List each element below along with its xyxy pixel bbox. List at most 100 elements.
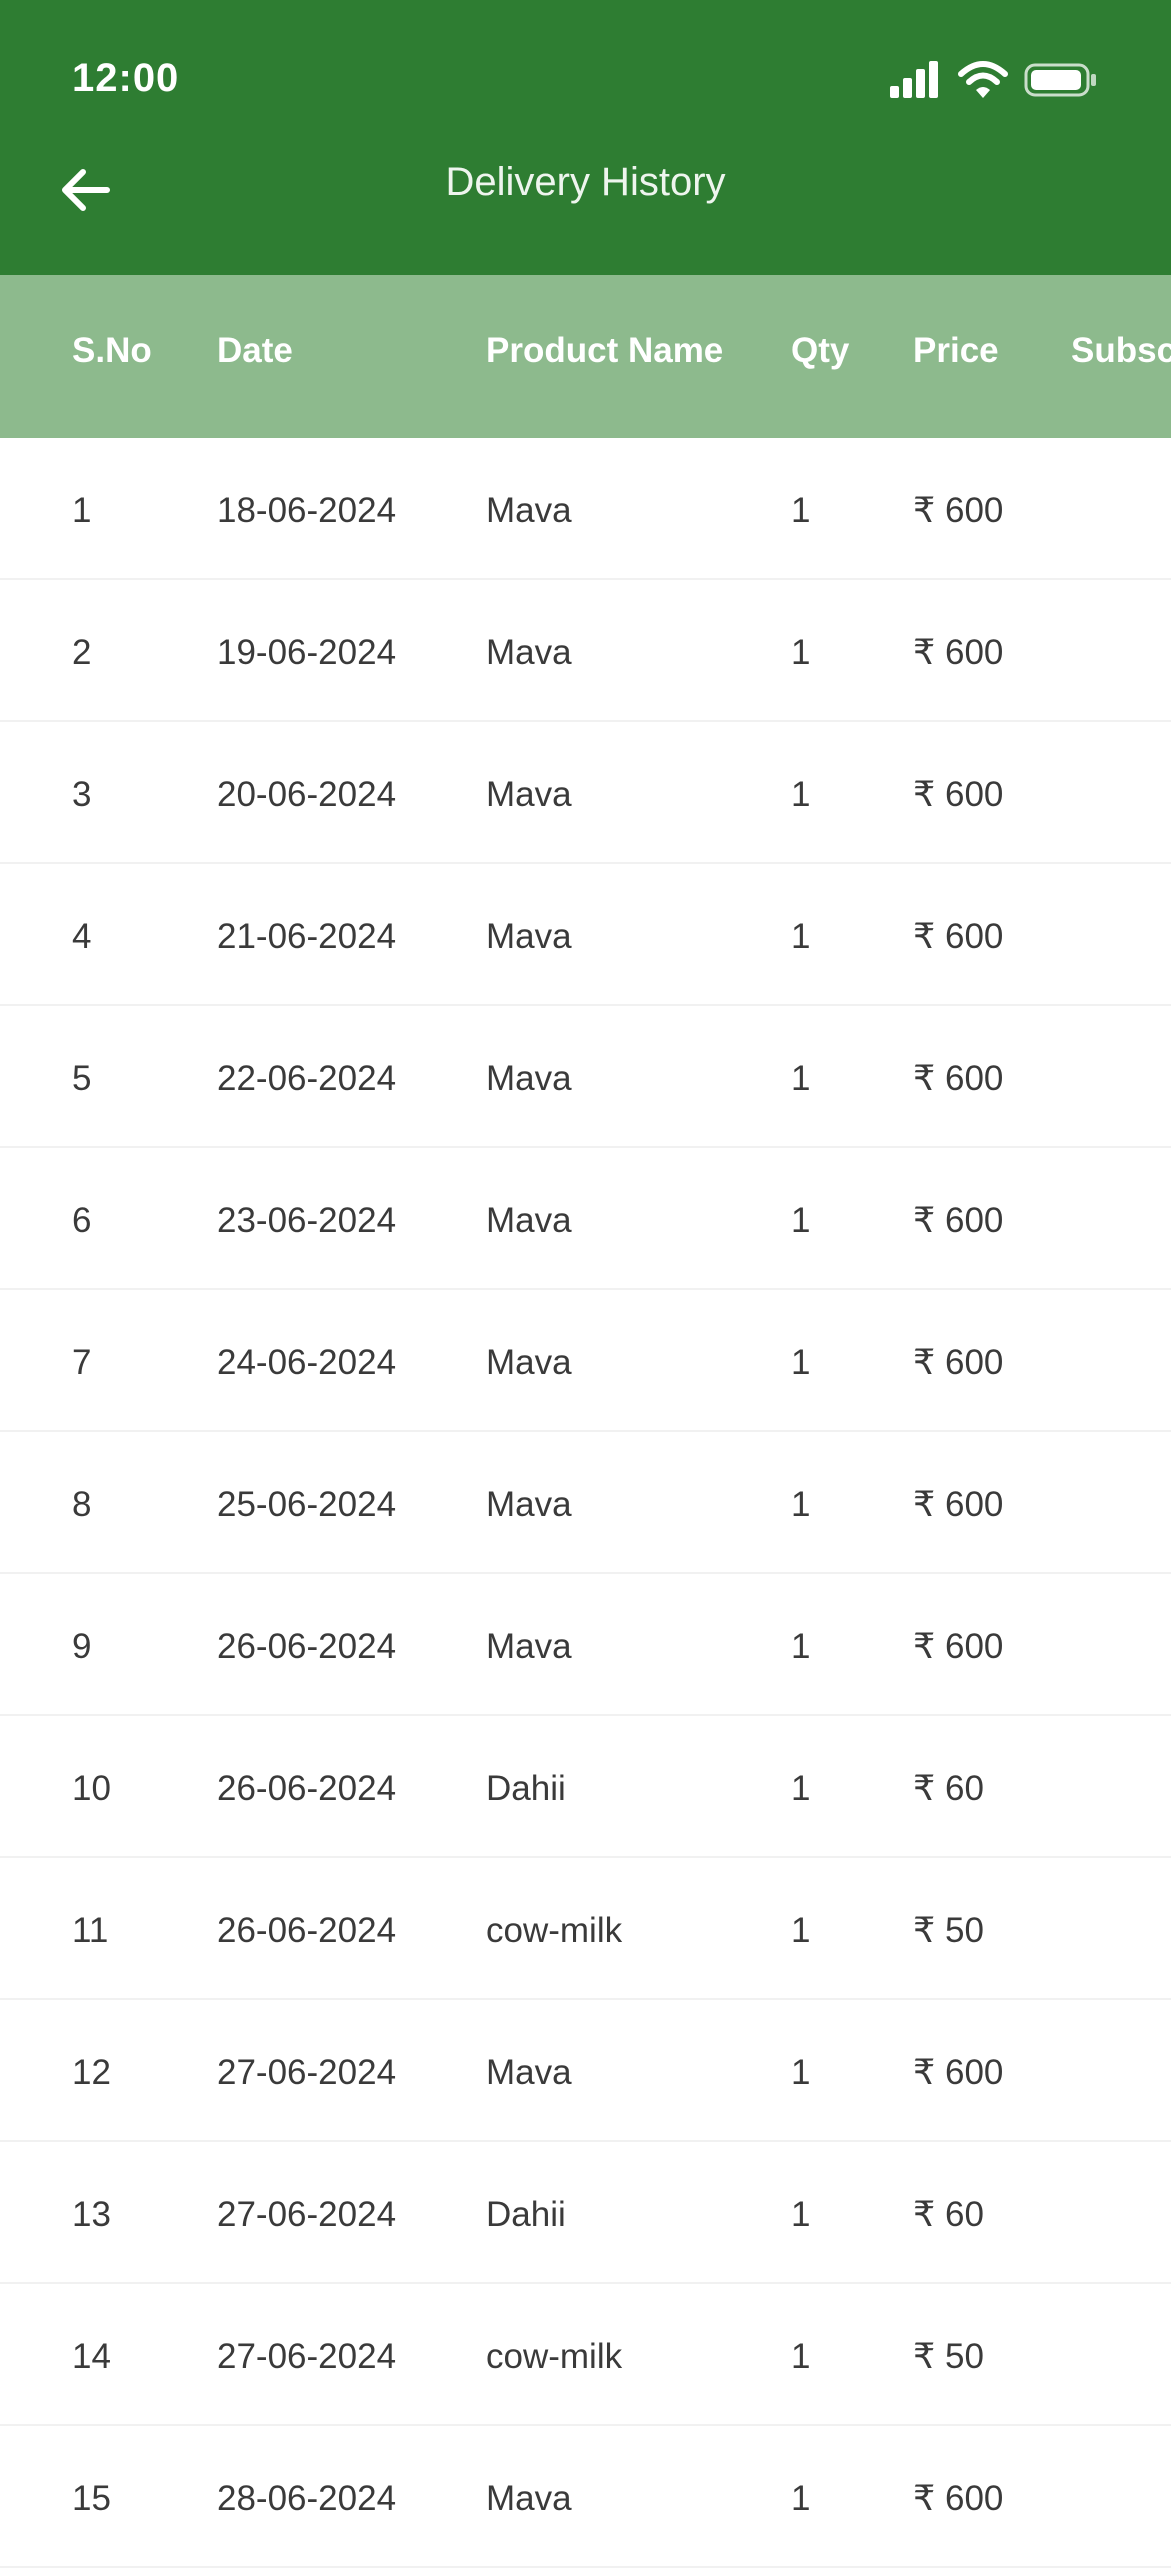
- app-bar: 12:00 Delivery History: [0, 0, 1171, 275]
- cell-qty: 1: [791, 1485, 811, 1524]
- cell-sno: 1: [72, 491, 92, 530]
- header-date: Date: [217, 331, 293, 370]
- cell-date: 21-06-2024: [217, 917, 397, 956]
- cell-price: ₹ 600: [913, 775, 1004, 814]
- table-row: 5 22-06-2024 Mava 1 ₹ 600: [0, 1006, 1171, 1148]
- cell-qty: 1: [791, 1627, 811, 1666]
- cell-price: ₹ 600: [913, 1059, 1004, 1098]
- table-row: 12 27-06-2024 Mava 1 ₹ 600: [0, 2000, 1171, 2142]
- cell-price: ₹ 60: [913, 1769, 984, 1808]
- battery-icon: [1024, 63, 1096, 97]
- cell-sno: 7: [72, 1343, 92, 1382]
- cell-product-name: Dahii: [486, 2195, 566, 2234]
- cell-product-name: Mava: [486, 1059, 572, 1098]
- cell-date: 23-06-2024: [217, 1201, 397, 1240]
- table-row: 1 18-06-2024 Mava 1 ₹ 600: [0, 438, 1171, 580]
- cell-product-name: Mava: [486, 2479, 572, 2518]
- cell-price: ₹ 50: [913, 2337, 984, 2376]
- cell-product-name: cow-milk: [486, 2337, 623, 2376]
- cell-date: 27-06-2024: [217, 2195, 397, 2234]
- cell-date: 18-06-2024: [217, 491, 397, 530]
- table-row: 8 25-06-2024 Mava 1 ₹ 600: [0, 1432, 1171, 1574]
- cell-price: ₹ 60: [913, 2195, 984, 2234]
- header-product-name: Product Name: [486, 331, 724, 370]
- cell-product-name: Mava: [486, 1485, 572, 1524]
- cell-sno: 2: [72, 633, 92, 672]
- page-title: Delivery History: [445, 160, 726, 204]
- table-row: 9 26-06-2024 Mava 1 ₹ 600: [0, 1574, 1171, 1716]
- cell-price: ₹ 600: [913, 1627, 1004, 1666]
- cell-product-name: Mava: [486, 491, 572, 530]
- table-row: 14 27-06-2024 cow-milk 1 ₹ 50: [0, 2284, 1171, 2426]
- cell-price: ₹ 600: [913, 917, 1004, 956]
- cell-qty: 1: [791, 1059, 811, 1098]
- status-time: 12:00: [72, 56, 180, 100]
- cell-qty: 1: [791, 917, 811, 956]
- cell-sno: 5: [72, 1059, 92, 1098]
- cell-sno: 4: [72, 917, 92, 956]
- cell-qty: 1: [791, 2053, 811, 2092]
- delivery-table-body: 1 18-06-2024 Mava 1 ₹ 600 2 19-06-2024 Mava 1 ₹ 6…: [0, 438, 1171, 2568]
- cell-price: ₹ 600: [913, 2479, 1004, 2518]
- cell-sno: 11: [72, 1911, 109, 1950]
- cell-price: ₹ 600: [913, 1201, 1004, 1240]
- wifi-icon: [958, 61, 1008, 98]
- cell-qty: 1: [791, 775, 811, 814]
- signal-icon: [890, 61, 938, 98]
- cell-sno: 13: [72, 2195, 111, 2234]
- cell-date: 28-06-2024: [217, 2479, 397, 2518]
- table-row: 10 26-06-2024 Dahii 1 ₹ 60: [0, 1716, 1171, 1858]
- table-row: 3 20-06-2024 Mava 1 ₹ 600: [0, 722, 1171, 864]
- cell-qty: 1: [791, 1769, 811, 1808]
- cell-sno: 3: [72, 775, 92, 814]
- cell-date: 25-06-2024: [217, 1485, 397, 1524]
- cell-sno: 9: [72, 1627, 92, 1666]
- cell-date: 27-06-2024: [217, 2053, 397, 2092]
- cell-sno: 8: [72, 1485, 92, 1524]
- cell-price: ₹ 600: [913, 2053, 1004, 2092]
- cell-sno: 10: [72, 1769, 111, 1808]
- cell-qty: 1: [791, 2195, 811, 2234]
- header-subscription: Subsc: [1071, 331, 1171, 370]
- cell-qty: 1: [791, 1911, 811, 1950]
- cell-product-name: Mava: [486, 917, 572, 956]
- cell-sno: 12: [72, 2053, 111, 2092]
- cell-date: 26-06-2024: [217, 1769, 397, 1808]
- cell-price: ₹ 50: [913, 1911, 984, 1950]
- cell-qty: 1: [791, 2479, 811, 2518]
- cell-sno: 15: [72, 2479, 111, 2518]
- cell-sno: 14: [72, 2337, 111, 2376]
- table-row: 6 23-06-2024 Mava 1 ₹ 600: [0, 1148, 1171, 1290]
- cell-product-name: Dahii: [486, 1769, 566, 1808]
- cell-date: 24-06-2024: [217, 1343, 397, 1382]
- header-qty: Qty: [791, 331, 850, 370]
- table-row: 2 19-06-2024 Mava 1 ₹ 600: [0, 580, 1171, 722]
- cell-qty: 1: [791, 491, 811, 530]
- cell-date: 26-06-2024: [217, 1911, 397, 1950]
- cell-product-name: Mava: [486, 775, 572, 814]
- cell-date: 27-06-2024: [217, 2337, 397, 2376]
- cell-date: 19-06-2024: [217, 633, 397, 672]
- header-sno: S.No: [72, 331, 152, 370]
- cell-product-name: Mava: [486, 633, 572, 672]
- table-row: 7 24-06-2024 Mava 1 ₹ 600: [0, 1290, 1171, 1432]
- cell-price: ₹ 600: [913, 1343, 1004, 1382]
- cell-qty: 1: [791, 1343, 811, 1382]
- cell-price: ₹ 600: [913, 633, 1004, 672]
- table-row: 11 26-06-2024 cow-milk 1 ₹ 50: [0, 1858, 1171, 2000]
- table-row: 15 28-06-2024 Mava 1 ₹ 600: [0, 2426, 1171, 2568]
- cell-date: 20-06-2024: [217, 775, 397, 814]
- cell-product-name: Mava: [486, 1627, 572, 1666]
- cell-product-name: Mava: [486, 1343, 572, 1382]
- cell-qty: 1: [791, 633, 811, 672]
- table-row: 4 21-06-2024 Mava 1 ₹ 600: [0, 864, 1171, 1006]
- cell-product-name: cow-milk: [486, 1911, 623, 1950]
- table-header: S.No Date Product Name Qty Price Subsc: [0, 275, 1171, 438]
- cell-product-name: Mava: [486, 2053, 572, 2092]
- cell-qty: 1: [791, 2337, 811, 2376]
- cell-qty: 1: [791, 1201, 811, 1240]
- table-row: 13 27-06-2024 Dahii 1 ₹ 60: [0, 2142, 1171, 2284]
- header-price: Price: [913, 331, 999, 370]
- cell-product-name: Mava: [486, 1201, 572, 1240]
- cell-price: ₹ 600: [913, 1485, 1004, 1524]
